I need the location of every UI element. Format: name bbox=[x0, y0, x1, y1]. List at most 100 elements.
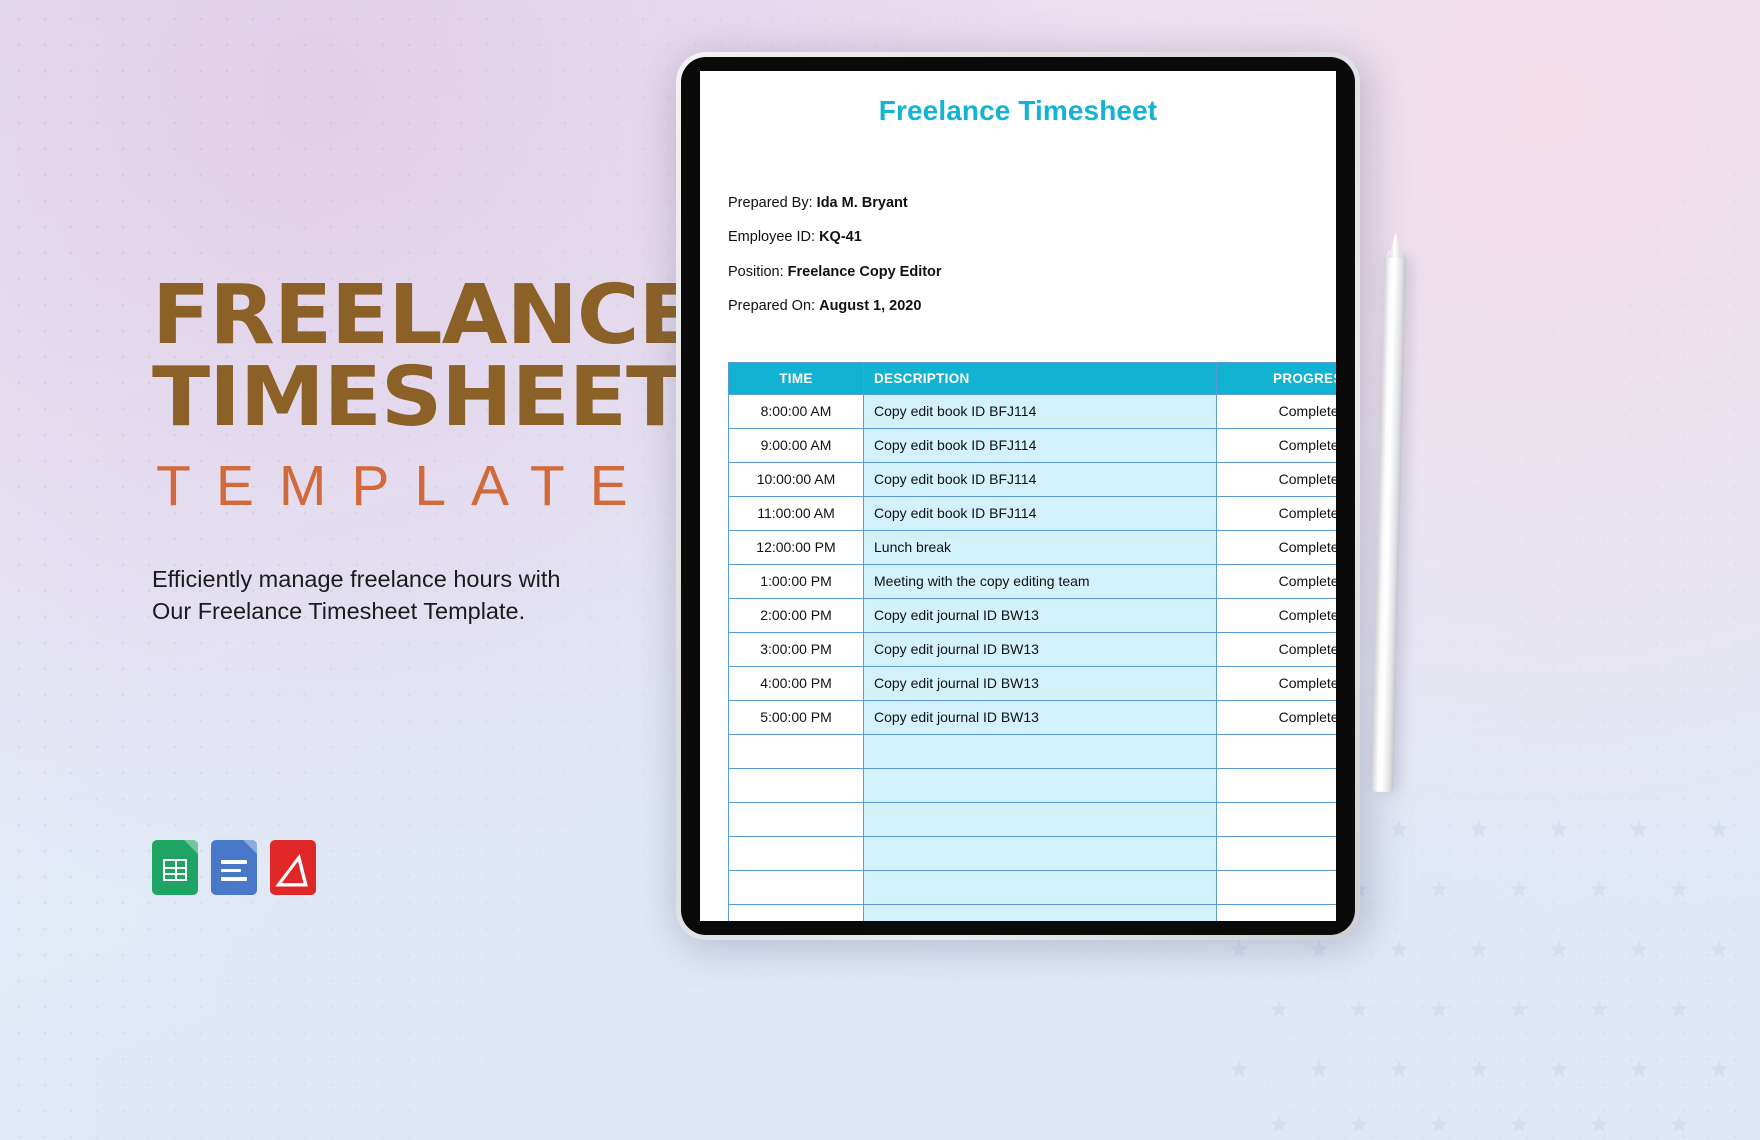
table-row: 10:00:00 AM Copy edit book ID BFJ114 Compl… bbox=[728, 461, 1336, 497]
cell-progress[interactable]: Completed bbox=[1216, 597, 1336, 633]
promo-title-line-2: TIMESHEET bbox=[152, 350, 684, 446]
cell-time[interactable]: 1:00:00 PM bbox=[728, 563, 864, 599]
column-header-description: DESCRIPTION bbox=[863, 361, 1217, 395]
cell-time[interactable]: 4:00:00 PM bbox=[728, 665, 864, 701]
spreadsheet-grid-glyph bbox=[163, 859, 187, 881]
meta-value-prepared-by: Ida M. Bryant bbox=[816, 195, 908, 211]
cell-description[interactable]: Copy edit journal ID BW13 bbox=[863, 699, 1217, 735]
cell-progress[interactable] bbox=[1216, 801, 1336, 837]
cell-time[interactable]: 3:00:00 PM bbox=[728, 631, 864, 667]
table-row: 9:00:00 AM Copy edit book ID BFJ114 Comple… bbox=[728, 427, 1336, 463]
cell-progress[interactable] bbox=[1216, 903, 1336, 921]
stylus-pen bbox=[1371, 232, 1414, 795]
meta-row-position: Position: Freelance Copy Editor bbox=[728, 264, 1308, 281]
meta-row-prepared-on: Prepared On: August 1, 2020 bbox=[728, 298, 1308, 315]
timesheet-document: Freelance Timesheet Prepared By: Ida M. … bbox=[700, 71, 1336, 921]
meta-label-position: Position: bbox=[728, 263, 784, 280]
cell-description[interactable]: Copy edit book ID BFJ114 bbox=[863, 495, 1217, 531]
table-row: 1:00:00 PM Meeting with the copy editing … bbox=[728, 563, 1336, 599]
tablet-bezel: Freelance Timesheet Prepared By: Ida M. … bbox=[681, 57, 1355, 935]
cell-description[interactable]: Copy edit book ID BFJ114 bbox=[863, 393, 1217, 429]
cell-description[interactable]: Copy edit journal ID BW13 bbox=[863, 631, 1217, 667]
meta-value-position: Freelance Copy Editor bbox=[787, 263, 942, 280]
spreadsheet-column-divider bbox=[175, 861, 177, 879]
cell-description[interactable] bbox=[863, 903, 1217, 921]
cell-description[interactable] bbox=[863, 733, 1217, 769]
promo-title-line-1: FREELANCE bbox=[152, 268, 697, 363]
cell-time[interactable]: 12:00:00 PM bbox=[728, 529, 864, 565]
document-title: Freelance Timesheet bbox=[878, 95, 1158, 126]
cell-time[interactable]: 11:00:00 AM bbox=[728, 495, 864, 531]
document-lines-glyph bbox=[221, 860, 247, 886]
table-row bbox=[728, 801, 1336, 837]
cell-progress[interactable]: Completed bbox=[1216, 427, 1336, 463]
cell-time[interactable] bbox=[728, 801, 864, 837]
acrobat-glyph: △ bbox=[277, 845, 309, 890]
table-row bbox=[728, 903, 1336, 921]
timesheet-table-body: 8:00:00 AM Copy edit book ID BFJ114 Comple… bbox=[728, 393, 1336, 921]
pdf-icon[interactable]: △ bbox=[270, 840, 316, 895]
google-docs-icon[interactable] bbox=[211, 840, 257, 895]
table-row bbox=[728, 835, 1336, 871]
cell-description[interactable] bbox=[863, 869, 1217, 905]
cell-description[interactable] bbox=[863, 767, 1217, 803]
page-fold-corner bbox=[243, 840, 257, 854]
table-header-row: TIME DESCRIPTION PROGRESS bbox=[728, 361, 1336, 395]
tablet-device: Freelance Timesheet Prepared By: Ida M. … bbox=[676, 52, 1360, 940]
cell-time[interactable]: 9:00:00 AM bbox=[728, 427, 864, 463]
cell-description[interactable]: Copy edit book ID BFJ114 bbox=[863, 427, 1217, 463]
cell-progress[interactable]: Completed bbox=[1216, 495, 1336, 531]
table-row: 2:00:00 PM Copy edit journal ID BW13 Compl… bbox=[728, 597, 1336, 633]
cell-time[interactable] bbox=[728, 869, 864, 905]
cell-progress[interactable]: Completed bbox=[1216, 665, 1336, 701]
cell-progress[interactable]: Completed bbox=[1216, 699, 1336, 735]
meta-label-prepared-by: Prepared By: bbox=[728, 195, 813, 211]
document-meta-block: Prepared By: Ida M. Bryant Employee ID: … bbox=[728, 195, 1308, 316]
meta-value-employee-id: KQ-41 bbox=[819, 229, 862, 246]
promo-text-block: FREELANCE TIMESHEET TEMPLATE Efficiently… bbox=[152, 274, 697, 628]
cell-description[interactable]: Copy edit journal ID BW13 bbox=[863, 597, 1217, 633]
meta-label-employee-id: Employee ID: bbox=[728, 229, 816, 246]
cell-time[interactable]: 8:00:00 AM bbox=[728, 393, 864, 429]
table-row: 8:00:00 AM Copy edit book ID BFJ114 Comple… bbox=[728, 393, 1336, 429]
format-icon-group: △ bbox=[152, 840, 316, 895]
cell-time[interactable]: 10:00:00 AM bbox=[728, 461, 864, 497]
table-row bbox=[728, 733, 1336, 769]
meta-row-prepared-by: Prepared By: Ida M. Bryant bbox=[728, 195, 1308, 212]
table-row: 4:00:00 PM Copy edit journal ID BW13 Compl… bbox=[728, 665, 1336, 701]
cell-progress[interactable]: Completed bbox=[1216, 393, 1336, 429]
promo-description: Efficiently manage freelance hours with … bbox=[152, 563, 672, 628]
cell-progress[interactable]: Completed bbox=[1216, 631, 1336, 667]
cell-progress[interactable]: Completed bbox=[1216, 529, 1336, 565]
cell-progress[interactable] bbox=[1216, 733, 1336, 769]
meta-value-prepared-on: August 1, 2020 bbox=[819, 298, 922, 315]
cell-time[interactable] bbox=[728, 767, 864, 803]
column-header-time: TIME bbox=[728, 361, 864, 395]
timesheet-table: TIME DESCRIPTION PROGRESS 8:00:00 AMCopy… bbox=[728, 361, 1336, 921]
cell-description[interactable]: Copy edit journal ID BW13 bbox=[863, 665, 1217, 701]
timesheet-table-header: TIME DESCRIPTION PROGRESS bbox=[728, 361, 1336, 395]
cell-description[interactable]: Copy edit book ID BFJ114 bbox=[863, 461, 1217, 497]
cell-progress[interactable] bbox=[1216, 767, 1336, 803]
stylus-tip bbox=[1388, 232, 1403, 258]
cell-time[interactable]: 2:00:00 PM bbox=[728, 597, 864, 633]
table-row bbox=[728, 767, 1336, 803]
cell-progress[interactable]: Completed bbox=[1216, 563, 1336, 599]
cell-description[interactable]: Meeting with the copy editing team bbox=[863, 563, 1217, 599]
page-fold-corner bbox=[184, 840, 198, 854]
google-sheets-icon[interactable] bbox=[152, 840, 198, 895]
meta-label-prepared-on: Prepared On: bbox=[728, 298, 816, 315]
cell-progress[interactable] bbox=[1216, 869, 1336, 905]
cell-time[interactable]: 5:00:00 PM bbox=[728, 699, 864, 735]
tablet-screen: Freelance Timesheet Prepared By: Ida M. … bbox=[700, 71, 1336, 921]
cell-description[interactable] bbox=[863, 835, 1217, 871]
cell-progress[interactable] bbox=[1216, 835, 1336, 871]
cell-description[interactable] bbox=[863, 801, 1217, 837]
cell-progress[interactable]: Completed bbox=[1216, 461, 1336, 497]
table-row: 3:00:00 PM Copy edit journal ID BW13 Compl… bbox=[728, 631, 1336, 667]
cell-time[interactable] bbox=[728, 835, 864, 871]
cell-description[interactable]: Lunch break bbox=[863, 529, 1217, 565]
table-row: 12:00:00 PMLunch breakCompleted bbox=[728, 529, 1336, 565]
cell-time[interactable] bbox=[728, 733, 864, 769]
cell-time[interactable] bbox=[728, 903, 864, 921]
